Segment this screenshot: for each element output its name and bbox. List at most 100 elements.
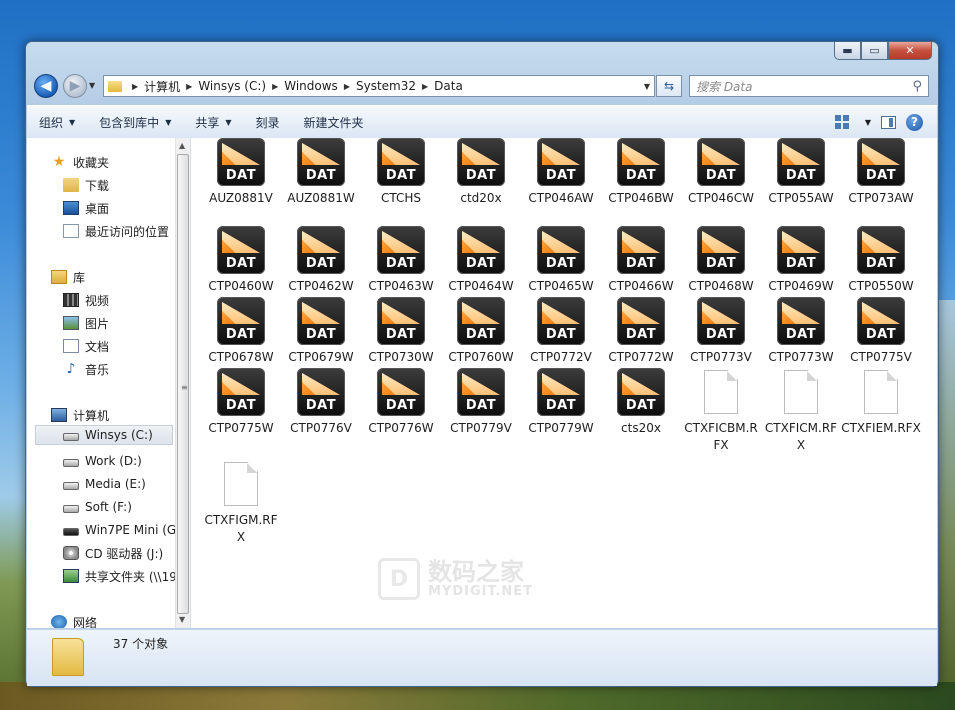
file-item[interactable]: DAT CTP0775W xyxy=(201,368,281,437)
file-item[interactable]: DAT CTP0772W xyxy=(601,297,681,366)
file-item[interactable]: CTXFICBM.RFX xyxy=(681,368,761,454)
dat-file-icon: DAT xyxy=(457,368,505,416)
chevron-right-icon[interactable]: ▶ xyxy=(344,82,350,91)
include-in-library-button[interactable]: 包含到库中 ▼ xyxy=(87,108,183,136)
breadcrumb-system32[interactable]: System32 xyxy=(356,79,416,93)
file-item[interactable]: DAT AUZ0881V xyxy=(201,138,281,207)
file-item[interactable]: CTXFICM.RFX xyxy=(761,368,841,454)
sidebar-item-documents[interactable]: 文档 xyxy=(63,336,109,356)
file-item[interactable]: DAT CTP0678W xyxy=(201,297,281,366)
sidebar-item-computer[interactable]: 计算机 xyxy=(51,405,109,425)
file-item[interactable]: DAT CTP046BW xyxy=(601,138,681,207)
file-item[interactable]: DAT CTP0679W xyxy=(281,297,361,366)
library-icon xyxy=(51,270,67,284)
file-item[interactable]: DAT ctd20x xyxy=(441,138,521,207)
file-item[interactable]: DAT CTP0760W xyxy=(441,297,521,366)
file-item[interactable]: DAT CTP0464W xyxy=(441,226,521,295)
file-item[interactable]: DAT CTP046AW xyxy=(521,138,601,207)
sidebar-item-drive-e[interactable]: Media (E:) xyxy=(63,474,146,494)
file-item[interactable]: CTXFIGM.RFX xyxy=(201,460,281,546)
file-item[interactable]: DAT CTP046CW xyxy=(681,138,761,207)
help-icon[interactable]: ? xyxy=(906,113,923,131)
file-item[interactable]: DAT CTP0773V xyxy=(681,297,761,366)
file-item[interactable]: CTXFIEM.RFX xyxy=(841,368,921,437)
file-item[interactable]: DAT AUZ0881W xyxy=(281,138,361,207)
forward-button[interactable]: ▶ xyxy=(63,74,87,98)
breadcrumb-winsys[interactable]: Winsys (C:) xyxy=(198,79,266,93)
sidebar-item-cd-drive[interactable]: CD 驱动器 (J:) xyxy=(63,543,163,563)
file-item[interactable]: DAT CTP073AW xyxy=(841,138,921,207)
address-dropdown-icon[interactable]: ▼ xyxy=(644,82,650,91)
scroll-up-icon[interactable]: ▲ xyxy=(179,141,185,150)
file-item[interactable]: DAT CTP0776W xyxy=(361,368,441,437)
file-item[interactable]: DAT CTP0463W xyxy=(361,226,441,295)
watermark-text-cn: 数码之家 xyxy=(428,558,524,586)
preview-pane-icon[interactable] xyxy=(881,115,896,129)
breadcrumb-computer[interactable]: 计算机 xyxy=(144,78,180,95)
sidebar-item-drive-d[interactable]: Work (D:) xyxy=(63,451,142,471)
scroll-down-icon[interactable]: ▼ xyxy=(179,615,185,624)
change-view-icon[interactable] xyxy=(834,115,849,129)
file-item[interactable]: DAT CTP0772V xyxy=(521,297,601,366)
burn-button[interactable]: 刻录 xyxy=(244,108,292,136)
sidebar-item-libraries[interactable]: 库 xyxy=(51,267,85,287)
dat-file-icon: DAT xyxy=(777,226,825,274)
sidebar-item-drive-g[interactable]: Win7PE Mini (G xyxy=(63,520,176,540)
dat-icon-label: DAT xyxy=(785,327,817,342)
file-list-view[interactable]: DAT AUZ0881V DAT AUZ0881W DAT CTCHS DAT ctd20x D… xyxy=(191,138,937,628)
sidebar-item-network[interactable]: 网络 xyxy=(51,612,97,628)
address-bar[interactable]: ▶ 计算机 ▶ Winsys (C:) ▶ Windows ▶ System32… xyxy=(103,75,655,97)
chevron-right-icon[interactable]: ▶ xyxy=(272,82,278,91)
view-options-dropdown-icon[interactable]: ▼ xyxy=(865,118,871,127)
file-item[interactable]: DAT CTP0550W xyxy=(841,226,921,295)
breadcrumb-windows[interactable]: Windows xyxy=(284,79,338,93)
share-button[interactable]: 共享 ▼ xyxy=(183,108,243,136)
search-input[interactable]: 搜索 Data xyxy=(696,78,912,95)
recent-pages-dropdown[interactable]: ▼ xyxy=(89,81,95,90)
file-item[interactable]: DAT CTP0775V xyxy=(841,297,921,366)
sidebar-item-favorites[interactable]: ★ 收藏夹 xyxy=(51,152,109,172)
sidebar-item-videos[interactable]: 视频 xyxy=(63,290,109,310)
close-button[interactable]: ✕ xyxy=(888,42,932,60)
file-item[interactable]: DAT CTP0465W xyxy=(521,226,601,295)
maximize-button[interactable]: ▭ xyxy=(861,42,888,60)
dat-icon-label: DAT xyxy=(465,168,497,183)
sidebar-item-shared-folder[interactable]: 共享文件夹 (\\19 xyxy=(63,566,177,586)
file-item[interactable]: DAT CTP055AW xyxy=(761,138,841,207)
refresh-button[interactable]: ⇆ xyxy=(656,75,682,97)
chevron-right-icon[interactable]: ▶ xyxy=(132,82,138,91)
dat-file-icon: DAT xyxy=(377,368,425,416)
dat-icon-label: DAT xyxy=(865,327,897,342)
sidebar-item-drive-c[interactable]: Winsys (C:) xyxy=(35,425,173,445)
desktop-icon xyxy=(63,201,79,215)
file-item[interactable]: DAT CTP0469W xyxy=(761,226,841,295)
file-item[interactable]: DAT CTP0730W xyxy=(361,297,441,366)
organize-button[interactable]: 组织 ▼ xyxy=(27,108,87,136)
sidebar-item-pictures[interactable]: 图片 xyxy=(63,313,109,333)
minimize-button[interactable]: ▬ xyxy=(834,42,861,60)
new-folder-button[interactable]: 新建文件夹 xyxy=(292,108,376,136)
file-item[interactable]: DAT CTP0776V xyxy=(281,368,361,437)
chevron-right-icon[interactable]: ▶ xyxy=(186,82,192,91)
file-item[interactable]: DAT CTP0779V xyxy=(441,368,521,437)
file-item[interactable]: DAT CTP0466W xyxy=(601,226,681,295)
file-item[interactable]: DAT CTP0462W xyxy=(281,226,361,295)
scrollbar-thumb[interactable]: ≡ xyxy=(177,154,189,614)
search-icon[interactable]: ⚲ xyxy=(912,79,922,94)
sidebar-item-downloads[interactable]: 下载 xyxy=(63,175,109,195)
sidebar-item-desktop[interactable]: 桌面 xyxy=(63,198,109,218)
file-item[interactable]: DAT CTP0779W xyxy=(521,368,601,437)
chevron-right-icon[interactable]: ▶ xyxy=(422,82,428,91)
search-box[interactable]: 搜索 Data ⚲ xyxy=(689,75,929,97)
file-item[interactable]: DAT CTP0773W xyxy=(761,297,841,366)
sidebar-item-music[interactable]: ♪ 音乐 xyxy=(63,359,109,379)
sidebar-item-recent[interactable]: 最近访问的位置 xyxy=(63,221,169,241)
file-item[interactable]: DAT CTP0468W xyxy=(681,226,761,295)
file-item[interactable]: DAT CTP0460W xyxy=(201,226,281,295)
navigation-scrollbar[interactable]: ▲ ≡ ▼ xyxy=(175,138,190,628)
sidebar-item-drive-f[interactable]: Soft (F:) xyxy=(63,497,132,517)
file-item[interactable]: DAT cts20x xyxy=(601,368,681,437)
back-button[interactable]: ◀ xyxy=(34,74,58,98)
file-item[interactable]: DAT CTCHS xyxy=(361,138,441,207)
breadcrumb-data[interactable]: Data xyxy=(434,79,463,93)
